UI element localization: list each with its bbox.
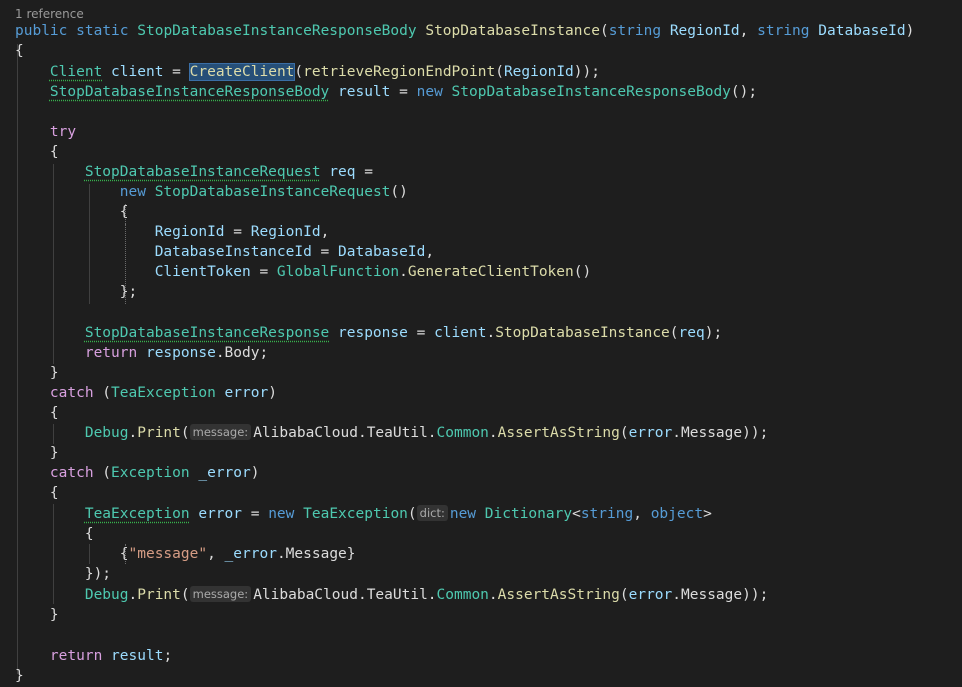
code-line-close-initializer[interactable]: }; (15, 282, 137, 302)
code-line-catch-tea[interactable]: catch (TeaException error) (15, 383, 277, 403)
code-line-dict-entry[interactable]: {"message", _error.Message} (15, 544, 356, 564)
code-line-open-brace[interactable]: { (15, 202, 129, 222)
codelens-references[interactable]: 1 reference (15, 6, 84, 22)
code-line-new-request[interactable]: new StopDatabaseInstanceRequest() (15, 182, 408, 202)
code-line-open-brace[interactable]: { (15, 483, 59, 503)
code-line-response-decl[interactable]: StopDatabaseInstanceResponse response = … (15, 323, 722, 343)
code-line-method-signature[interactable]: public static StopDatabaseInstanceRespon… (15, 21, 914, 41)
code-line-catch-exception[interactable]: catch (Exception _error) (15, 463, 260, 483)
parameter-hint: message: (189, 424, 252, 440)
code-line-open-brace[interactable]: { (15, 41, 24, 61)
code-line-region-assign[interactable]: RegionId = RegionId, (15, 222, 330, 242)
code-line-close-brace[interactable]: } (15, 666, 24, 686)
code-line-request-decl[interactable]: StopDatabaseInstanceRequest req = (15, 162, 373, 182)
code-line-close-dict[interactable]: }); (15, 564, 111, 584)
selected-word[interactable]: CreateClient (188, 63, 296, 81)
code-line-close-brace[interactable]: } (15, 605, 59, 625)
parameter-hint: dict: (416, 505, 448, 521)
code-line-client-decl[interactable]: Client client = CreateClient(retrieveReg… (15, 62, 600, 82)
code-line-try[interactable]: try (15, 122, 76, 142)
code-line-close-brace[interactable]: } (15, 363, 59, 383)
code-line-dbid-assign[interactable]: DatabaseInstanceId = DatabaseId, (15, 242, 434, 262)
code-editor[interactable]: 1 reference public static StopDatabaseIn… (0, 0, 962, 687)
code-line-return-body[interactable]: return response.Body; (15, 343, 268, 363)
code-line-close-brace[interactable]: } (15, 443, 59, 463)
code-line-open-brace[interactable]: { (15, 524, 94, 544)
code-line-open-brace[interactable]: { (15, 403, 59, 423)
code-line-new-tea-exception[interactable]: TeaException error = new TeaException(di… (15, 504, 712, 524)
code-line-debug-print[interactable]: Debug.Print(message: AlibabaCloud.TeaUtil… (15, 585, 768, 605)
code-line-result-decl[interactable]: StopDatabaseInstanceResponseBody result … (15, 82, 757, 102)
code-line-token-assign[interactable]: ClientToken = GlobalFunction.GenerateCli… (15, 262, 592, 282)
code-line-open-brace[interactable]: { (15, 142, 59, 162)
parameter-hint: message: (189, 586, 252, 602)
code-line-debug-print[interactable]: Debug.Print(message: AlibabaCloud.TeaUtil… (15, 423, 768, 443)
code-line-return-result[interactable]: return result; (15, 646, 172, 666)
